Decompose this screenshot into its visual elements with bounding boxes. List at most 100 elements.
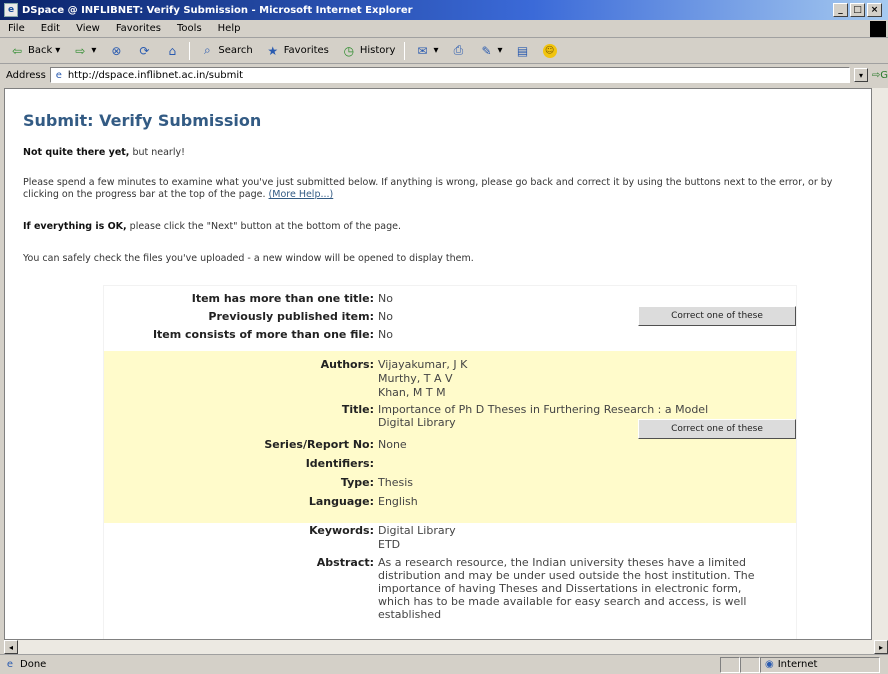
discuss-button[interactable]: ▤ (512, 42, 534, 60)
print-button[interactable]: ⎙ (447, 42, 469, 60)
intro-bold: Not quite there yet, (23, 147, 130, 158)
search-button[interactable]: ⌕ Search (196, 42, 255, 60)
forward-button[interactable]: ⇨ ▾ (69, 42, 99, 60)
address-dropdown-button[interactable]: ▾ (854, 68, 868, 82)
author-2: Murthy, T A V (378, 372, 453, 385)
scroll-right-icon[interactable]: ▸ (874, 640, 888, 654)
status-bar: e Done ◉ Internet (0, 654, 888, 674)
address-label: Address (6, 69, 46, 81)
keyword-1: Digital Library (378, 524, 456, 537)
history-icon: ◷ (343, 43, 355, 58)
field-value: No (378, 328, 393, 341)
browser-window: e DSpace @ INFLIBNET: Verify Submission … (0, 0, 888, 674)
window-title: DSpace @ INFLIBNET: Verify Submission - … (22, 4, 413, 16)
home-icon: ⌂ (168, 43, 177, 58)
forward-arrow-icon: ⇨ (75, 43, 86, 58)
type-value: Thesis (378, 476, 413, 489)
authors-label: Authors: (320, 358, 374, 371)
back-arrow-icon: ⇦ (11, 43, 23, 58)
address-bar: Address e http://dspace.inflibnet.ac.in/… (0, 64, 888, 86)
title-bar: e DSpace @ INFLIBNET: Verify Submission … (0, 0, 888, 20)
search-icon: ⌕ (203, 43, 211, 57)
page-content: Submit: Verify Submission Not quite ther… (4, 88, 872, 640)
title-label: Title: (341, 403, 374, 416)
ie-icon: e (4, 3, 18, 17)
chevron-down-icon: ▾ (55, 45, 61, 56)
toolbar-separator (189, 41, 191, 60)
language-label: Language: (308, 495, 374, 508)
address-url: http://dspace.inflibnet.ac.in/submit (67, 69, 244, 81)
mail-button[interactable]: ✉ ▾ (411, 42, 441, 60)
correct-button-2[interactable]: Correct one of these (638, 419, 796, 439)
field-label: Item has more than one title: (191, 292, 374, 305)
stop-button[interactable]: ⊗ (105, 42, 127, 60)
field-label: Item consists of more than one file: (152, 328, 374, 341)
history-button[interactable]: ◷ History (338, 42, 399, 60)
series-value: None (378, 438, 407, 451)
menu-favorites[interactable]: Favorites (114, 23, 163, 34)
field-label: Previously published item: (208, 310, 374, 323)
close-button[interactable]: × (867, 3, 882, 17)
globe-icon: ◉ (765, 659, 774, 670)
address-input[interactable]: e http://dspace.inflibnet.ac.in/submit (49, 67, 851, 83)
series-label: Series/Report No: (264, 438, 374, 451)
toolbar: ⇦ Back ▾ ⇨ ▾ ⊗ ⟳ ⌂ ⌕ Search ★ Favorites … (0, 38, 888, 64)
discuss-icon: ▤ (516, 43, 529, 58)
language-value: English (378, 495, 418, 508)
edit-button[interactable]: ✎ ▾ (475, 42, 505, 60)
type-label: Type: (340, 476, 374, 489)
menu-tools[interactable]: Tools (175, 23, 204, 34)
page-icon: e (55, 69, 62, 81)
zone-label: Internet (777, 659, 818, 670)
status-cell (720, 656, 740, 673)
more-help-link[interactable]: (More Help...) (269, 189, 334, 200)
back-button[interactable]: ⇦ Back ▾ (6, 42, 63, 60)
keywords-label: Keywords: (309, 524, 374, 537)
keyword-2: ETD (378, 538, 401, 551)
field-value: No (378, 310, 393, 323)
maximize-button[interactable]: □ (850, 3, 865, 17)
menu-edit[interactable]: Edit (39, 23, 62, 34)
ok-text: If everything is OK, please click the "N… (23, 221, 843, 233)
menu-view[interactable]: View (74, 23, 102, 34)
mail-icon: ✉ (417, 43, 428, 58)
verify-table: Item has more than one title: No Previou… (103, 285, 797, 639)
author-3: Khan, M T M (378, 386, 446, 399)
field-value: No (378, 292, 393, 305)
window-controls: _ □ × (833, 3, 882, 17)
instructions: Please spend a few minutes to examine wh… (23, 177, 833, 200)
menu-bar: File Edit View Favorites Tools Help (0, 20, 888, 38)
back-label: Back (28, 45, 53, 56)
minimize-button[interactable]: _ (833, 3, 848, 17)
ok-bold: If everything is OK, (23, 221, 127, 232)
status-cell (740, 656, 760, 673)
abstract-value: As a research resource, the Indian unive… (378, 556, 755, 621)
status-text: Done (20, 659, 47, 670)
home-button[interactable]: ⌂ (161, 42, 183, 60)
horizontal-scrollbar[interactable]: ◂ ▸ (4, 640, 888, 654)
refresh-button[interactable]: ⟳ (133, 42, 155, 60)
page-title: Submit: Verify Submission (23, 111, 262, 130)
vertical-scrollbar[interactable] (872, 88, 888, 640)
correct-button-1[interactable]: Correct one of these (638, 306, 796, 326)
edit-icon: ✎ (481, 43, 492, 58)
status-left: e Done (0, 659, 720, 671)
messenger-button[interactable]: ☺ (540, 43, 560, 59)
print-icon: ⎙ (453, 43, 464, 57)
menu-file[interactable]: File (6, 23, 27, 34)
chevron-down-icon: ▾ (497, 45, 503, 56)
instructions-text: Please spend a few minutes to examine wh… (23, 177, 843, 201)
menu-help[interactable]: Help (216, 23, 243, 34)
scroll-left-icon[interactable]: ◂ (4, 640, 18, 654)
ok-rest: please click the "Next" button at the bo… (126, 221, 401, 232)
abstract-label: Abstract: (316, 556, 374, 569)
identifiers-label: Identifiers: (305, 457, 374, 470)
intro-rest: but nearly! (129, 147, 185, 158)
stop-icon: ⊗ (111, 43, 122, 58)
favorites-label: Favorites (283, 45, 329, 56)
go-icon[interactable]: ⇨G (872, 70, 888, 81)
refresh-icon: ⟳ (139, 43, 150, 58)
safe-check-text: You can safely check the files you've up… (23, 253, 474, 264)
favorites-button[interactable]: ★ Favorites (262, 42, 332, 60)
messenger-icon: ☺ (542, 43, 557, 58)
